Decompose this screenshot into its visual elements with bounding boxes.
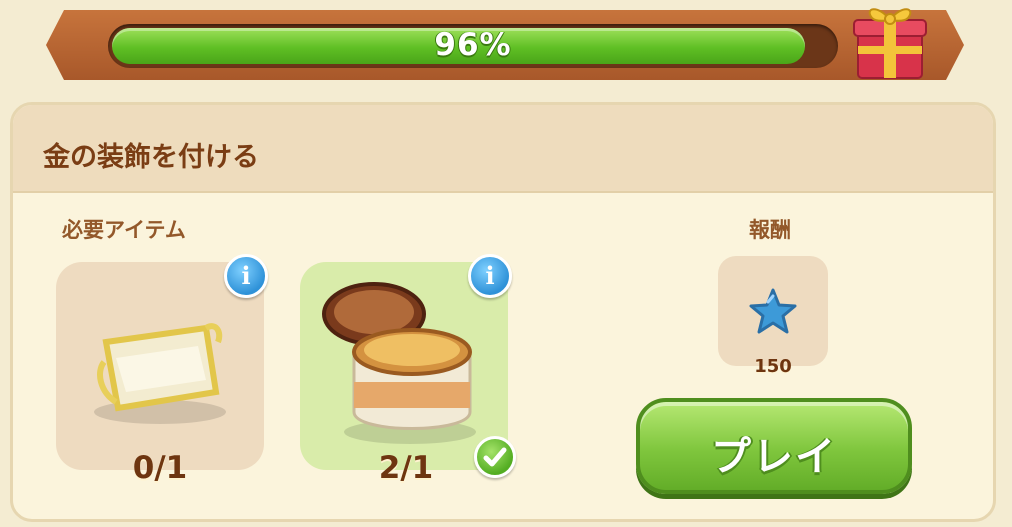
required-items-label: 必要アイテム (62, 218, 186, 242)
play-button-label: プレイ (711, 434, 837, 480)
reward-value: 150 (754, 356, 792, 377)
progress-bar: 96% (108, 24, 838, 68)
blue-star-icon (749, 288, 797, 334)
check-icon (474, 436, 516, 478)
quest-header: 金の装飾を付ける (13, 105, 993, 193)
reward-label: 報酬 (749, 218, 791, 242)
item-count-cloth: 0/1 (132, 450, 188, 486)
info-icon[interactable]: i (468, 254, 512, 298)
quest-title: 金の装飾を付ける (43, 142, 259, 173)
gift-box-icon[interactable] (852, 2, 928, 82)
play-button[interactable]: プレイ (636, 398, 912, 494)
reward-card[interactable] (718, 256, 828, 366)
info-icon[interactable]: i (224, 254, 268, 298)
progress-percent: 96% (434, 27, 512, 63)
item-count-polish: 2/1 (378, 450, 434, 486)
